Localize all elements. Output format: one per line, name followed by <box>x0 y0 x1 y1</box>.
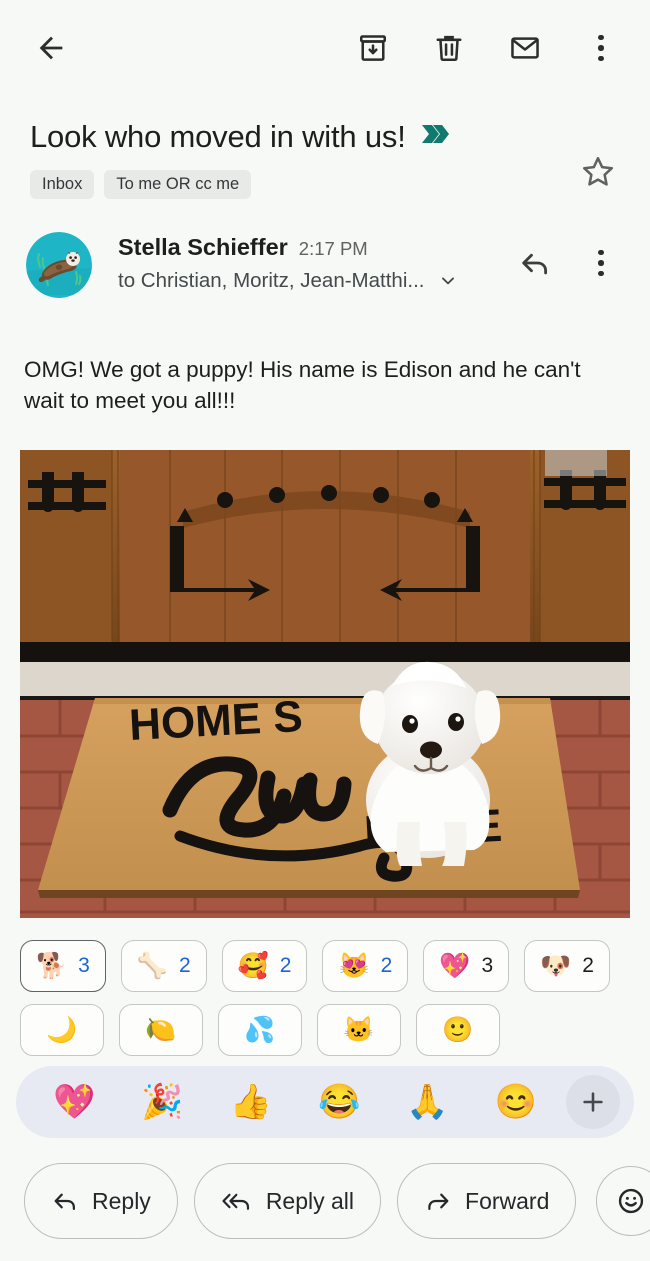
reaction-hidden-4-icon: 🐱 <box>343 1015 375 1044</box>
reply-all-arrow-icon <box>222 1193 249 1210</box>
more-emoji-button[interactable] <box>565 1075 620 1129</box>
reply-arrow-icon <box>522 253 548 275</box>
emoji-picker-sparkling-heart[interactable]: 💖 <box>30 1085 118 1119</box>
message-header: Stella Schieffer 2:17 PM to Christian, M… <box>0 200 650 298</box>
svg-text:HOME S: HOME S <box>128 692 304 750</box>
reaction-count: 2 <box>279 954 292 978</box>
reaction-hidden-2-icon: 🍋 <box>145 1015 177 1044</box>
back-arrow-icon <box>39 36 63 60</box>
archive-button[interactable] <box>346 21 400 75</box>
forward-label: Forward <box>465 1187 550 1214</box>
message-more-options-button[interactable] <box>574 236 628 290</box>
message-more-options-icon <box>574 236 628 290</box>
reaction-chip-hidden-3[interactable]: 💦 <box>218 1004 302 1057</box>
message-actions <box>496 228 628 290</box>
emoji-picker-party-popper[interactable]: 🎉 <box>118 1085 206 1119</box>
emoji-picker-joy[interactable]: 😂 <box>295 1085 383 1119</box>
face-with-tears-of-joy-emoji: 😂 <box>317 1083 361 1121</box>
subject-block: Look who moved in with us! Inbox To me O… <box>0 96 650 200</box>
archive-icon <box>360 35 387 61</box>
delete-button[interactable] <box>422 21 476 75</box>
dog-face-icon: 🐶 <box>540 951 572 980</box>
reaction-hidden-1-icon: 🌙 <box>46 1015 78 1044</box>
recipients-line[interactable]: to Christian, Moritz, Jean-Matthi... <box>118 269 496 293</box>
reply-icon-button[interactable] <box>508 236 562 290</box>
sparkling-heart-emoji: 💖 <box>52 1083 96 1121</box>
double-chevron-icon <box>421 125 449 144</box>
sender-name-line: Stella Schieffer 2:17 PM <box>118 234 496 261</box>
sparkling-heart-icon: 💖 <box>439 951 471 980</box>
emoji-picker-thumbs-up[interactable]: 👍 <box>207 1085 295 1119</box>
reaction-chip-hidden-4[interactable]: 🐱 <box>317 1004 401 1057</box>
mark-unread-button[interactable] <box>498 21 552 75</box>
reaction-count: 2 <box>178 954 191 978</box>
reaction-chip-hidden-1[interactable]: 🌙 <box>20 1004 104 1057</box>
message-body: OMG! We got a puppy! His name is Edison … <box>24 357 581 414</box>
reaction-chip-sparkling-heart[interactable]: 💖 3 <box>423 940 510 993</box>
folded-hands-emoji: 🙏 <box>406 1083 449 1121</box>
sender-name[interactable]: Stella Schieffer <box>118 234 288 261</box>
reaction-chip-heart-eyes-cat[interactable]: 😻 2 <box>322 940 409 993</box>
otter-avatar-icon <box>26 232 92 298</box>
thumbs-up-emoji: 👍 <box>229 1083 272 1121</box>
subject-main: Look who moved in with us! Inbox To me O… <box>30 118 570 200</box>
sender-info: Stella Schieffer 2:17 PM to Christian, M… <box>92 228 496 293</box>
subject-title: Look who moved in with us! <box>30 119 406 154</box>
reaction-chip-bone[interactable]: 🦴 2 <box>120 940 207 993</box>
reaction-count: 2 <box>582 954 594 978</box>
forward-arrow-icon <box>428 1193 449 1211</box>
puppy-doormat-photo: HOME S HOME <box>20 450 630 919</box>
mail-icon <box>511 37 539 59</box>
reaction-chip-hidden-5[interactable]: 🙂 <box>416 1004 500 1057</box>
reply-all-label: Reply all <box>265 1187 355 1214</box>
reaction-count: 3 <box>78 954 90 978</box>
smiley-icon <box>619 1188 644 1214</box>
reaction-count: 3 <box>481 954 494 978</box>
reaction-chip-hidden-2[interactable]: 🍋 <box>119 1004 203 1057</box>
star-icon <box>582 156 614 186</box>
party-popper-emoji: 🎉 <box>141 1083 184 1121</box>
chevron-down-icon[interactable] <box>437 270 459 292</box>
reaction-chip-row-2: 🌙 🍋 💦 🐱 🙂 <box>0 992 640 1057</box>
plus-icon <box>583 1092 603 1112</box>
emoji-picker-smiling-face[interactable]: 😊 <box>472 1085 560 1119</box>
trash-icon <box>436 35 462 61</box>
reaction-chip-row-1: 🐕 3 🦴 2 🥰 2 😻 2 💖 3 🐶 2 <box>0 918 640 993</box>
bone-icon: 🦴 <box>136 951 168 980</box>
smiling-face-with-hearts-icon: 🥰 <box>237 951 269 980</box>
label-chip-inbox[interactable]: Inbox <box>30 169 95 200</box>
more-options-button[interactable] <box>574 21 628 75</box>
reaction-hidden-5-icon: 🙂 <box>442 1015 474 1044</box>
reaction-hidden-3-icon: 💦 <box>244 1015 276 1044</box>
label-chip-to-me[interactable]: To me OR cc me <box>104 169 252 200</box>
back-button[interactable] <box>24 21 78 75</box>
reply-arrow-icon <box>54 1193 75 1211</box>
dog-icon: 🐕 <box>36 951 68 980</box>
bottom-action-bar: Reply Reply all Forward <box>0 1163 650 1239</box>
forward-button[interactable]: Forward <box>397 1163 577 1239</box>
message-time: 2:17 PM <box>298 238 368 259</box>
reaction-count: 2 <box>380 954 393 978</box>
subject-line: Look who moved in with us! <box>30 118 570 156</box>
heart-eyes-cat-icon: 😻 <box>338 951 370 980</box>
avatar[interactable] <box>26 232 92 298</box>
label-chip-list: Inbox To me OR cc me <box>30 169 570 200</box>
smiling-face-emoji: 😊 <box>494 1083 537 1121</box>
importance-marker-icon[interactable] <box>420 121 454 152</box>
star-button[interactable] <box>570 144 626 200</box>
add-reaction-button[interactable] <box>596 1166 650 1236</box>
attachment-image[interactable]: HOME S HOME <box>20 450 630 919</box>
emoji-picker-folded-hands[interactable]: 🙏 <box>383 1085 471 1119</box>
reply-button[interactable]: Reply <box>24 1163 178 1239</box>
recipients-text: to Christian, Moritz, Jean-Matthi... <box>118 269 425 292</box>
email-detail-screen: Look who moved in with us! Inbox To me O… <box>0 0 650 1261</box>
reaction-chip-dog[interactable]: 🐕 3 <box>20 940 106 993</box>
more-options-icon <box>574 21 628 75</box>
reply-label: Reply <box>92 1187 151 1214</box>
reply-all-button[interactable]: Reply all <box>193 1163 382 1239</box>
emoji-picker-bar: 💖 🎉 👍 😂 🙏 😊 <box>16 1066 634 1138</box>
reaction-chip-dog-face[interactable]: 🐶 2 <box>524 940 610 993</box>
reaction-chip-smiling-face-with-hearts[interactable]: 🥰 2 <box>221 940 308 993</box>
top-app-bar <box>0 0 650 96</box>
